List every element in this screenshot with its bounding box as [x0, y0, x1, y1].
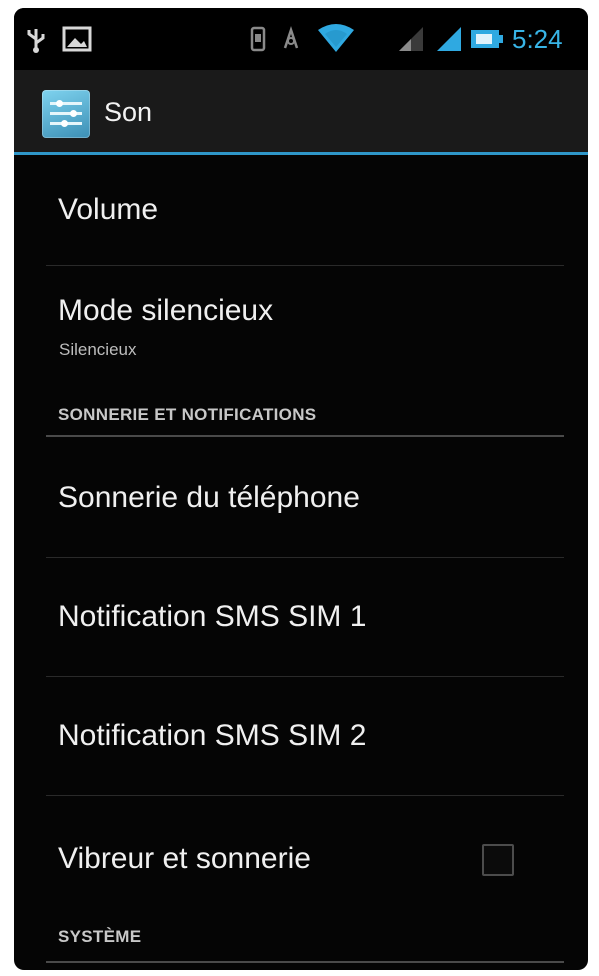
pref-sms-sim1[interactable]: Notification SMS SIM 1	[14, 558, 588, 676]
page-title: Son	[104, 97, 153, 127]
signal-icon	[434, 24, 464, 54]
sound-settings-icon[interactable]	[42, 90, 90, 138]
battery-icon	[470, 24, 504, 54]
phone-screen: 5:24 Son Volume Mode silencieux Silencie…	[14, 8, 588, 970]
pref-sms-sim2[interactable]: Notification SMS SIM 2	[14, 677, 588, 795]
pref-vibrate-ring[interactable]: Vibreur et sonnerie	[14, 796, 588, 904]
status-bar: 5:24	[14, 8, 588, 70]
vibrate-checkbox[interactable]	[482, 844, 514, 876]
pref-title: Volume	[58, 193, 159, 226]
pref-silent-mode[interactable]: Mode silencieux Silencieux	[14, 266, 588, 384]
pref-title: Mode silencieux	[58, 294, 274, 327]
pref-title: Sonnerie du téléphone	[58, 481, 360, 514]
pref-volume[interactable]: Volume	[14, 155, 588, 265]
usb-icon	[24, 24, 48, 54]
pref-phone-ringtone[interactable]: Sonnerie du téléphone	[14, 437, 588, 557]
wifi-icon	[314, 24, 358, 54]
section-divider	[46, 961, 564, 963]
image-icon	[60, 24, 94, 54]
pref-title: Notification SMS SIM 2	[58, 719, 367, 752]
signal-icon	[396, 24, 426, 54]
pref-title: Vibreur et sonnerie	[58, 842, 311, 875]
nfc-icon	[280, 24, 302, 54]
action-bar: Son	[14, 70, 588, 155]
pref-summary: Silencieux	[59, 340, 137, 359]
pref-title: Notification SMS SIM 1	[58, 600, 367, 633]
sim-icon	[248, 24, 268, 54]
section-header-ringtone: SONNERIE ET NOTIFICATIONS	[58, 405, 317, 424]
section-header-system: SYSTÈME	[58, 927, 142, 946]
status-time: 5:24	[512, 24, 563, 54]
